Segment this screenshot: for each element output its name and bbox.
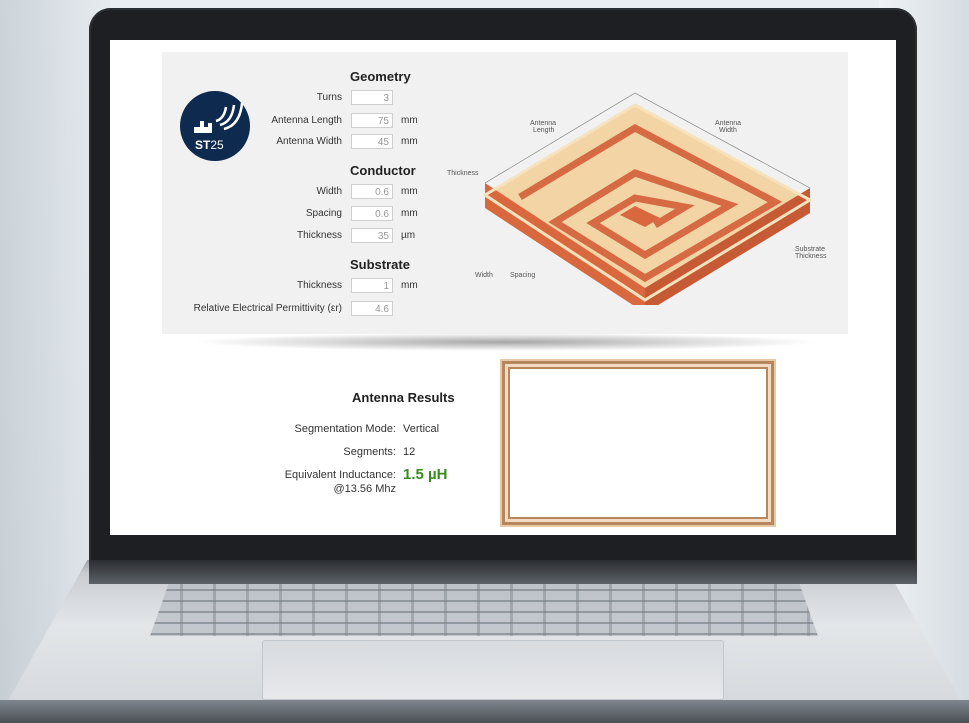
antenna-width-caption: Antenna Width	[715, 120, 741, 134]
results-preview-frame	[502, 361, 774, 525]
turns-input[interactable]: 3	[351, 90, 393, 105]
laptop-screen: ST25 Geometry Turns 3 Antenna Length 75 …	[110, 40, 896, 535]
geometry-title: Geometry	[350, 69, 411, 84]
inductance-label: Equivalent Inductance:	[284, 469, 396, 481]
antenna-diagram: Antenna Length Antenna Width Thickness Wid…	[447, 92, 827, 305]
conductor-title: Conductor	[350, 163, 416, 178]
substrate-thickness-label: Thickness	[296, 280, 342, 291]
conductor-width-unit: mm	[401, 186, 418, 197]
keyboard-rows	[150, 580, 818, 636]
antenna-length-caption: Antenna Length	[530, 120, 556, 134]
permittivity-label: Relative Electrical Permittivity (εr)	[193, 303, 342, 314]
segments-label: Segments:	[343, 446, 396, 458]
segmentation-mode-value: Vertical	[403, 423, 440, 435]
substrate-thickness-input[interactable]: 1	[351, 278, 393, 293]
substrate-title: Substrate	[350, 257, 410, 272]
segments-value: 12	[403, 446, 416, 458]
spacing-input[interactable]: 0.6	[351, 206, 393, 221]
inductance-frequency: @13.56 Mhz	[333, 483, 396, 495]
conductor-width-label: Width	[316, 186, 342, 197]
permittivity-input[interactable]: 4.6	[351, 301, 393, 316]
width-caption: Width	[475, 272, 493, 279]
antenna-width-label: Antenna Width	[276, 136, 342, 147]
thickness-caption: Thickness	[447, 170, 479, 177]
spacing-label: Spacing	[305, 208, 342, 219]
turns-label: Turns	[316, 92, 342, 103]
conductor-width-input[interactable]: 0.6	[351, 184, 393, 199]
spacing-unit: mm	[401, 208, 418, 219]
conductor-thickness-label: Thickness	[296, 230, 342, 241]
substrate-thickness-unit: mm	[401, 280, 418, 291]
inductance-value: 1.5 µH	[403, 466, 448, 483]
antenna-width-input[interactable]: 45	[351, 134, 393, 149]
antenna-length-label: Antenna Length	[271, 115, 342, 126]
segmentation-mode-label: Segmentation Mode:	[294, 423, 396, 435]
conductor-thickness-input[interactable]: 35	[351, 228, 393, 243]
panel-shadow	[190, 333, 820, 351]
antenna-width-unit: mm	[401, 136, 418, 147]
results-title: Antenna Results	[352, 390, 455, 405]
antenna-length-unit: mm	[401, 115, 418, 126]
laptop-front-edge	[0, 700, 969, 723]
conductor-thickness-unit: µm	[401, 230, 416, 241]
laptop-hinge	[89, 560, 917, 584]
spacing-caption: Spacing	[510, 272, 535, 279]
antenna-length-input[interactable]: 75	[351, 113, 393, 128]
substrate-thickness-caption: Substrate Thickness	[795, 246, 827, 260]
trackpad	[262, 640, 724, 700]
